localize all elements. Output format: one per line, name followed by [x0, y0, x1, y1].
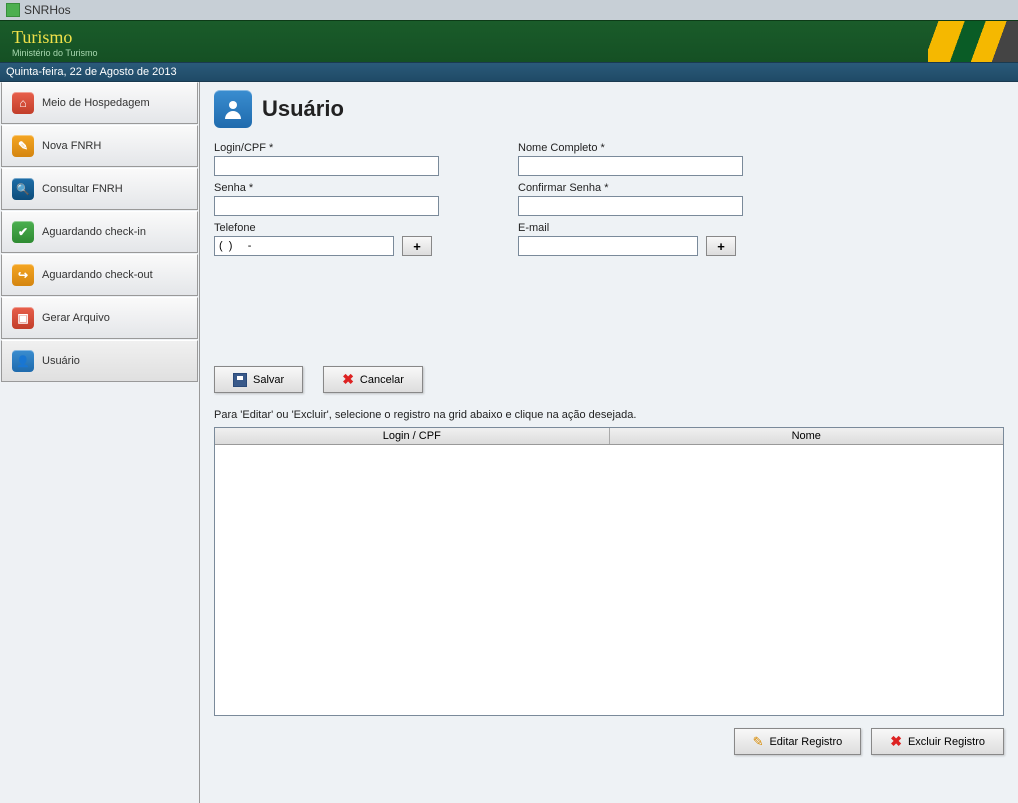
header-subtitle: Ministério do Turismo [12, 48, 1006, 58]
sidebar-item-meio-hospedagem[interactable]: ⌂ Meio de Hospedagem [1, 82, 198, 124]
header: Turismo Ministério do Turismo [0, 20, 1018, 62]
sidebar-item-usuario[interactable]: 👤 Usuário [1, 340, 198, 382]
window-titlebar: SNRHos [0, 0, 1018, 20]
confirmar-senha-label: Confirmar Senha * [518, 182, 818, 194]
window-title: SNRHos [24, 3, 71, 17]
grid-header-login[interactable]: Login / CPF [215, 428, 610, 444]
editar-registro-button[interactable]: ✎ Editar Registro [734, 728, 862, 755]
sidebar-item-nova-fnrh[interactable]: ✎ Nova FNRH [1, 125, 198, 167]
magnifier-icon: 🔍 [12, 178, 34, 200]
sidebar-item-label: Consultar FNRH [42, 183, 123, 195]
grid-hint: Para 'Editar' ou 'Excluir', selecione o … [214, 409, 1004, 421]
login-input[interactable] [214, 156, 439, 176]
grid-header-nome[interactable]: Nome [610, 428, 1004, 444]
cancelar-button[interactable]: ✖ Cancelar [323, 366, 423, 393]
add-telefone-button[interactable]: + [402, 236, 432, 256]
page-header: Usuário [214, 90, 1004, 128]
sidebar-item-label: Nova FNRH [42, 140, 101, 152]
file-icon: ▣ [12, 307, 34, 329]
arrow-icon: ↪ [12, 264, 34, 286]
save-icon [233, 373, 247, 387]
content: Usuário Login/CPF * Nome Completo * Senh… [200, 82, 1018, 803]
confirmar-senha-input[interactable] [518, 196, 743, 216]
check-icon: ✔ [12, 221, 34, 243]
user-icon [214, 90, 252, 128]
grid-body[interactable] [215, 445, 1003, 715]
app-icon [6, 3, 20, 17]
header-flag-decoration [928, 21, 1018, 62]
email-input[interactable] [518, 236, 698, 256]
grid-header: Login / CPF Nome [215, 428, 1003, 445]
sidebar-item-label: Meio de Hospedagem [42, 97, 150, 109]
pencil-icon: ✎ [12, 135, 34, 157]
senha-input[interactable] [214, 196, 439, 216]
sidebar-item-label: Aguardando check-in [42, 226, 146, 238]
date-bar: Quinta-feira, 22 de Agosto de 2013 [0, 62, 1018, 82]
add-email-button[interactable]: + [706, 236, 736, 256]
pencil-icon: ✎ [753, 734, 764, 750]
nome-label: Nome Completo * [518, 142, 818, 154]
main-area: ⌂ Meio de Hospedagem ✎ Nova FNRH 🔍 Consu… [0, 82, 1018, 803]
telefone-label: Telefone [214, 222, 514, 234]
user-icon: 👤 [12, 350, 34, 372]
header-title: Turismo [12, 27, 1006, 48]
delete-icon: ✖ [890, 733, 902, 750]
nome-input[interactable] [518, 156, 743, 176]
salvar-button[interactable]: Salvar [214, 366, 303, 393]
sidebar-item-gerar-arquivo[interactable]: ▣ Gerar Arquivo [1, 297, 198, 339]
cancel-icon: ✖ [342, 371, 354, 388]
email-label: E-mail [518, 222, 818, 234]
sidebar-item-aguardando-checkin[interactable]: ✔ Aguardando check-in [1, 211, 198, 253]
sidebar-item-aguardando-checkout[interactable]: ↪ Aguardando check-out [1, 254, 198, 296]
sidebar: ⌂ Meio de Hospedagem ✎ Nova FNRH 🔍 Consu… [0, 82, 200, 803]
telefone-input[interactable] [214, 236, 394, 256]
page-title: Usuário [262, 96, 344, 122]
sidebar-item-label: Usuário [42, 355, 80, 367]
user-grid: Login / CPF Nome [214, 427, 1004, 716]
sidebar-item-label: Gerar Arquivo [42, 312, 110, 324]
login-label: Login/CPF * [214, 142, 514, 154]
excluir-registro-button[interactable]: ✖ Excluir Registro [871, 728, 1004, 755]
house-icon: ⌂ [12, 92, 34, 114]
senha-label: Senha * [214, 182, 514, 194]
sidebar-item-consultar-fnrh[interactable]: 🔍 Consultar FNRH [1, 168, 198, 210]
sidebar-item-label: Aguardando check-out [42, 269, 153, 281]
